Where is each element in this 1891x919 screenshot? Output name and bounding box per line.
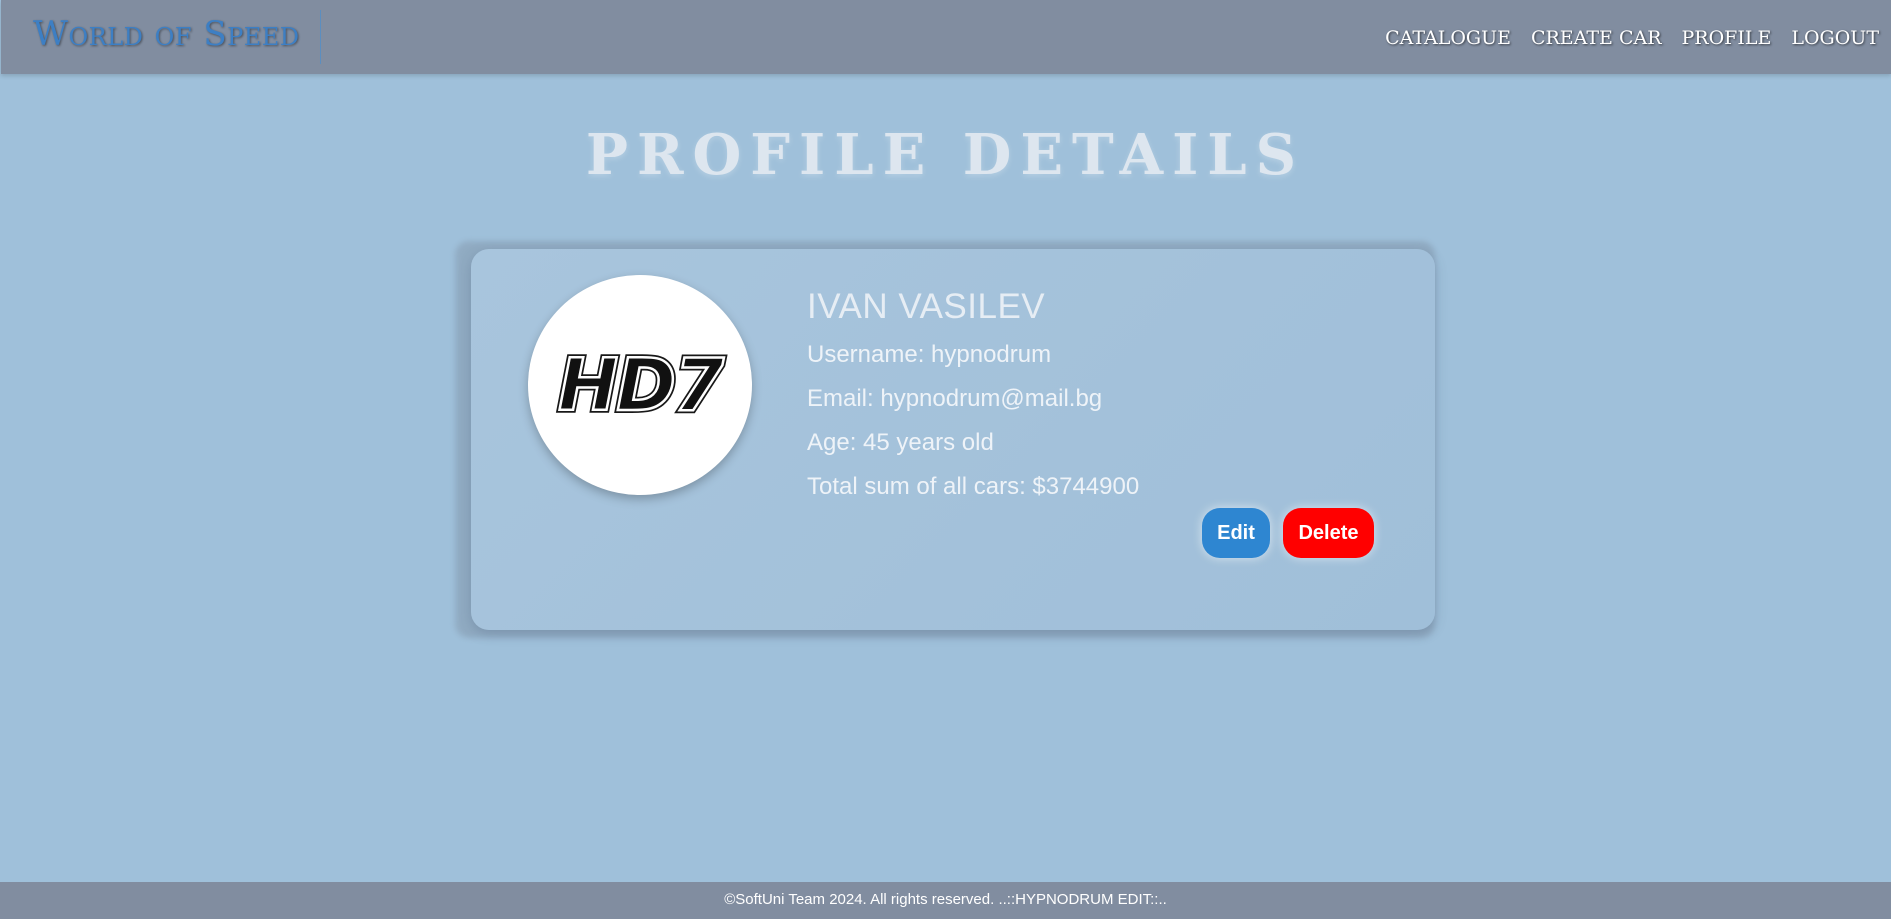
nav-profile-link[interactable]: PROFILE (1682, 27, 1772, 49)
profile-info: IVAN VASILEV Username: hypnodrum Email: … (807, 287, 1139, 517)
page-footer: ©SoftUni Team 2024. All rights reserved.… (0, 882, 1891, 919)
svg-text:HD7: HD7 (558, 343, 724, 427)
page-title: PROFILE DETAILS (585, 122, 1306, 188)
brand-divider (320, 10, 321, 64)
profile-card: HD7 HD7 HD7 IVAN VASILEV Username: hypno… (471, 249, 1435, 630)
nav-create-car-link[interactable]: CREATE CAR (1531, 27, 1662, 49)
profile-age: Age: 45 years old (807, 429, 994, 456)
profile-total-sum: Total sum of all cars: $3744900 (807, 473, 1140, 500)
brand-logo-link[interactable]: World of Speed (33, 14, 300, 54)
edit-button[interactable]: Edit (1202, 508, 1270, 558)
profile-name: IVAN VASILEV (807, 287, 1046, 326)
main-nav: CATALOGUE CREATE CAR PROFILE LOGOUT (1385, 27, 1879, 49)
profile-email: Email: hypnodrum@mail.bg (807, 385, 1103, 412)
nav-logout-link[interactable]: LOGOUT (1791, 27, 1879, 49)
delete-button[interactable]: Delete (1283, 508, 1374, 558)
hd7-logo-icon: HD7 HD7 HD7 (555, 340, 729, 430)
profile-avatar: HD7 HD7 HD7 (528, 275, 752, 495)
nav-catalogue-link[interactable]: CATALOGUE (1385, 27, 1511, 49)
top-navbar: World of Speed CATALOGUE CREATE CAR PROF… (1, 0, 1891, 74)
profile-username: Username: hypnodrum (807, 341, 1052, 368)
